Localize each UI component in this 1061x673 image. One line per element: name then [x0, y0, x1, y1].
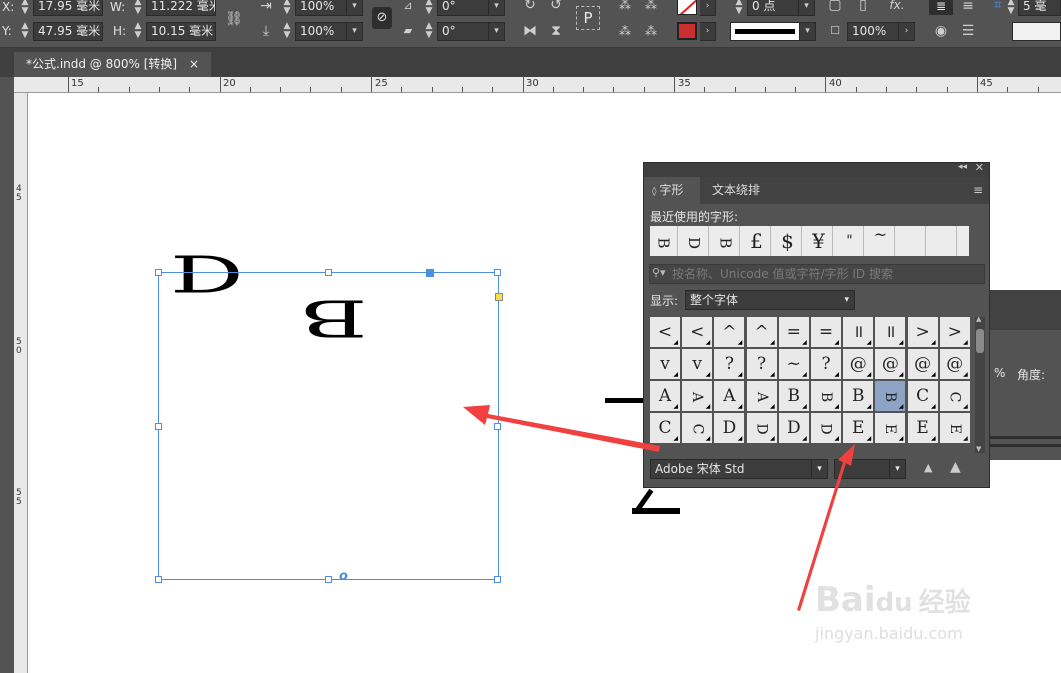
annotation-arrows — [463, 405, 855, 611]
arrow-to-frame — [463, 405, 660, 452]
watermark-logo: Baidu 经验 — [815, 580, 971, 620]
watermark-url: jingyan.baidu.com — [815, 624, 963, 643]
